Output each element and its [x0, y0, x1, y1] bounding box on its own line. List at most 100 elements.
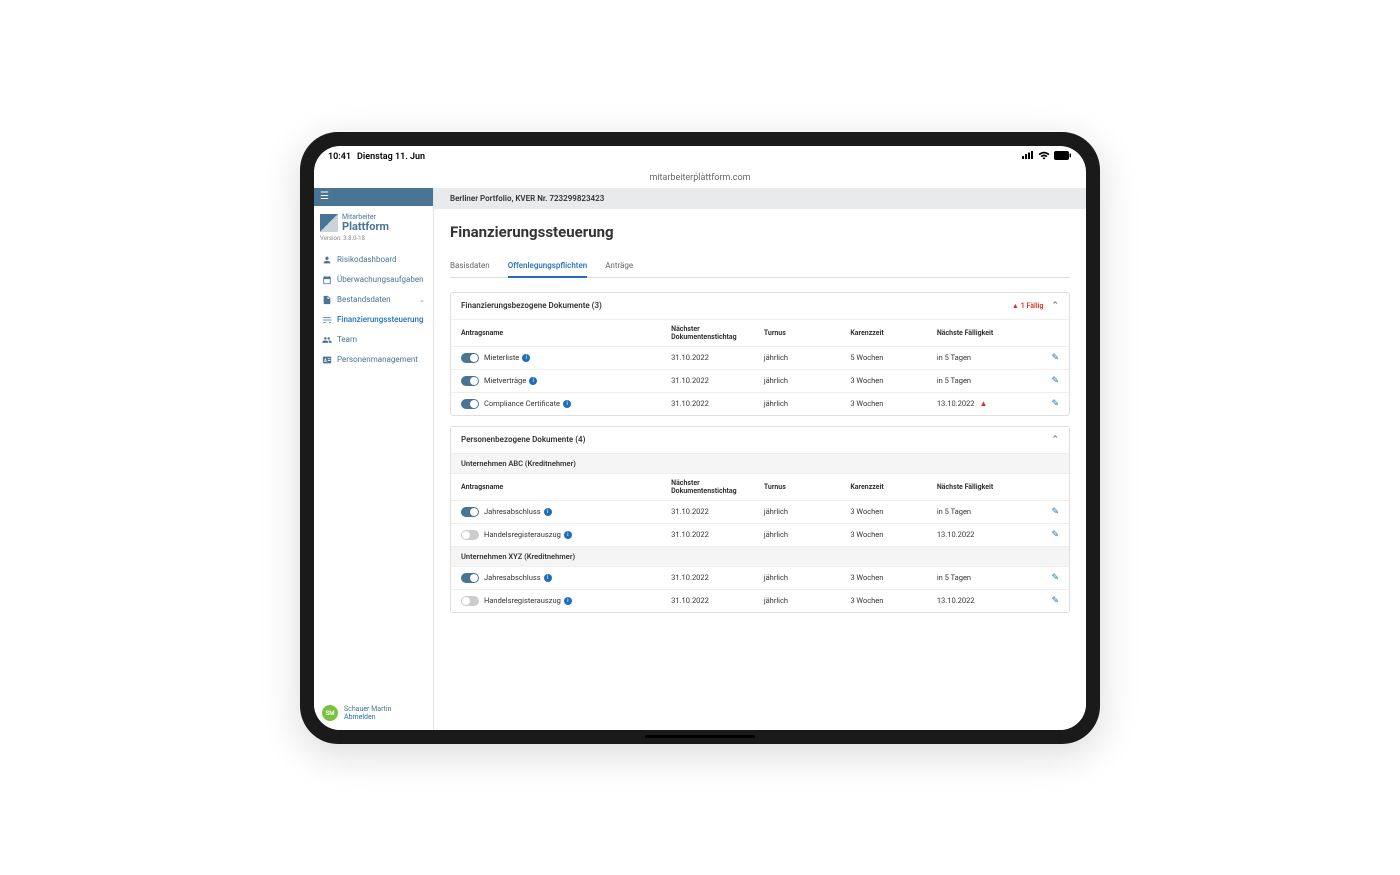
doc-turnus: jährlich: [754, 566, 841, 589]
sidebar-item--berwachungsaufgaben[interactable]: Überwachungsaufgaben: [314, 270, 433, 290]
doc-turnus: jährlich: [754, 369, 841, 392]
toggle-switch[interactable]: [461, 573, 479, 583]
calendar-icon: [322, 275, 332, 285]
status-date: Dienstag 11. Jun: [357, 152, 425, 162]
doc-name: Jahresabschluss: [484, 573, 541, 582]
doc-date: 31.10.2022: [661, 392, 754, 415]
sidebar-item-label: Bestandsdaten: [337, 295, 391, 304]
sidebar-item-finanzierungssteuerung[interactable]: Finanzierungssteuerung: [314, 310, 433, 330]
group-header: Unternehmen ABC (Kreditnehmer): [451, 453, 1069, 473]
edit-icon[interactable]: ✎: [1051, 507, 1059, 517]
nav-list: RisikodashboardÜberwachungsaufgabenBesta…: [314, 246, 433, 374]
doc-due: in 5 Tagen: [927, 369, 1032, 392]
app-root: ☰ Mitarbeiter Plattform Version: 3.8.0-1…: [314, 188, 1086, 730]
logo-version: Version: 3.8.0-18: [320, 235, 427, 242]
th-karenz: Karenzzeit: [840, 319, 927, 346]
chevron-up-icon[interactable]: ⌃: [1051, 301, 1059, 311]
sidebar-item-label: Team: [337, 335, 357, 344]
doc-turnus: jährlich: [754, 523, 841, 546]
sidebar-footer: SM Schauer Martin Abmelden: [314, 697, 433, 730]
table-row: Compliance Certificatei 31.10.2022jährlic…: [451, 392, 1069, 415]
doc-due: 13.10.2022: [927, 589, 1032, 612]
logo-icon: [320, 214, 338, 232]
toggle-switch[interactable]: [461, 507, 479, 517]
info-icon[interactable]: i: [564, 597, 572, 605]
wifi-icon: [1038, 151, 1050, 163]
card-finance-docs: Finanzierungsbezogene Dokumente (3) ▲ 1 …: [450, 292, 1070, 416]
doc-due: 13.10.2022: [927, 523, 1032, 546]
avatar[interactable]: SM: [322, 705, 338, 721]
chevron-down-icon: ⌄: [419, 296, 425, 304]
warning-icon: ▲: [978, 399, 988, 408]
sidebar-item-personenmanagement[interactable]: Personenmanagement: [314, 350, 433, 370]
sidebar-item-team[interactable]: Team: [314, 330, 433, 350]
person-docs-table: Unternehmen ABC (Kreditnehmer)Antragsnam…: [451, 453, 1069, 612]
logo-block: Mitarbeiter Plattform Version: 3.8.0-18: [314, 206, 433, 246]
edit-icon[interactable]: ✎: [1051, 596, 1059, 606]
edit-icon[interactable]: ✎: [1051, 573, 1059, 583]
main-area: Berliner Portfolio, KVER Nr. 72329982342…: [434, 188, 1086, 730]
logo-line2: Plattform: [342, 221, 389, 232]
toggle-switch[interactable]: [461, 530, 479, 540]
doc-name: Compliance Certificate: [484, 399, 560, 408]
sidebar-item-risikodashboard[interactable]: Risikodashboard: [314, 250, 433, 270]
doc-karenz: 3 Wochen: [840, 566, 927, 589]
info-icon[interactable]: i: [564, 531, 572, 539]
edit-icon[interactable]: ✎: [1051, 530, 1059, 540]
tab-anträge[interactable]: Anträge: [605, 255, 633, 277]
doc-karenz: 3 Wochen: [840, 523, 927, 546]
doc-karenz: 3 Wochen: [840, 369, 927, 392]
hamburger-icon[interactable]: ☰: [320, 191, 329, 202]
doc-date: 31.10.2022: [661, 346, 754, 369]
sidebar-item-bestandsdaten[interactable]: Bestandsdaten ⌄: [314, 290, 433, 310]
doc-turnus: jährlich: [754, 500, 841, 523]
toggle-switch[interactable]: [461, 353, 479, 363]
doc-date: 31.10.2022: [661, 369, 754, 392]
table-header-row: AntragsnameNächster DokumentenstichtagTu…: [451, 473, 1069, 500]
table-row: Handelsregisterauszugi31.10.2022jährlich…: [451, 523, 1069, 546]
sidebar: ☰ Mitarbeiter Plattform Version: 3.8.0-1…: [314, 188, 434, 730]
tab-offenlegungspflichten[interactable]: Offenlegungspflichten: [508, 255, 588, 278]
info-icon[interactable]: i: [544, 508, 552, 516]
info-icon[interactable]: i: [529, 377, 537, 385]
edit-icon[interactable]: ✎: [1051, 399, 1059, 409]
table-row: Mieterlistei31.10.2022jährlich5 Wochenin…: [451, 346, 1069, 369]
tab-bar: Basisdaten Offenlegungspflichten Anträge: [450, 255, 1070, 278]
tablet-frame: 10:41 Dienstag 11. Jun ••• mitarbeiterpl…: [300, 132, 1100, 744]
tab-basisdaten[interactable]: Basisdaten: [450, 255, 490, 277]
card-header[interactable]: Personenbezogene Dokumente (4) ⌃: [451, 427, 1069, 453]
table-row: Jahresabschlussi31.10.2022jährlich3 Woch…: [451, 500, 1069, 523]
info-icon[interactable]: i: [563, 400, 571, 408]
toggle-switch[interactable]: [461, 399, 479, 409]
page-title: Finanzierungssteuerung: [450, 223, 1070, 241]
th-turnus: Turnus: [754, 319, 841, 346]
sidebar-item-label: Risikodashboard: [337, 255, 397, 264]
card-header[interactable]: Finanzierungsbezogene Dokumente (3) ▲ 1 …: [451, 293, 1069, 319]
info-icon[interactable]: i: [522, 354, 530, 362]
doc-karenz: 3 Wochen: [840, 500, 927, 523]
doc-turnus: jährlich: [754, 392, 841, 415]
card-person-docs: Personenbezogene Dokumente (4) ⌃ Unterne…: [450, 426, 1070, 613]
toggle-switch[interactable]: [461, 596, 479, 606]
doc-due: in 5 Tagen: [927, 346, 1032, 369]
people-icon: [322, 335, 332, 345]
id-icon: [322, 355, 332, 365]
table-row: Handelsregisterauszugi31.10.2022jährlich…: [451, 589, 1069, 612]
status-bar: 10:41 Dienstag 11. Jun: [314, 146, 1086, 168]
edit-icon[interactable]: ✎: [1051, 353, 1059, 363]
th-name: Antragsname: [451, 319, 661, 346]
doc-karenz: 3 Wochen: [840, 589, 927, 612]
chevron-up-icon[interactable]: ⌃: [1051, 435, 1059, 445]
doc-karenz: 5 Wochen: [840, 346, 927, 369]
due-badge: ▲ 1 Fällig: [1012, 302, 1044, 310]
toggle-switch[interactable]: [461, 376, 479, 386]
battery-icon: [1054, 151, 1072, 163]
sidebar-topbar: ☰: [314, 188, 433, 206]
browser-url-bar[interactable]: ••• mitarbeiterplattform.com: [314, 168, 1086, 188]
logout-link[interactable]: Abmelden: [344, 713, 391, 721]
doc-turnus: jährlich: [754, 589, 841, 612]
doc-karenz: 3 Wochen: [840, 392, 927, 415]
info-icon[interactable]: i: [544, 574, 552, 582]
edit-icon[interactable]: ✎: [1051, 376, 1059, 386]
group-header: Unternehmen XYZ (Kreditnehmer): [451, 546, 1069, 566]
